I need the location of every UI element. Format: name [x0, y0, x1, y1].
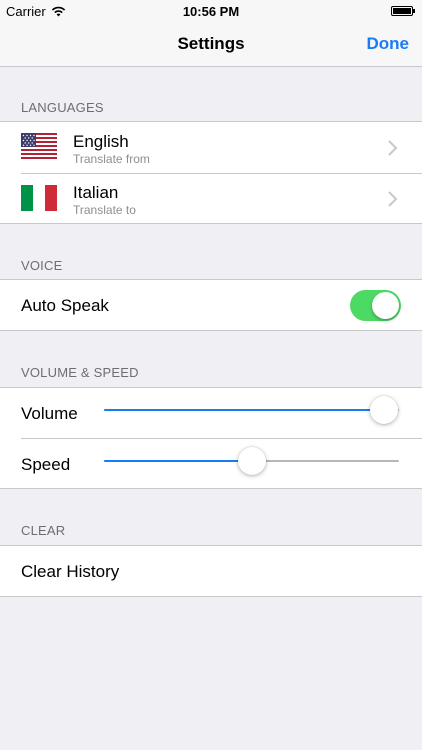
languages-section-header: LANGUAGES	[21, 100, 104, 115]
speed-row: Speed	[0, 439, 422, 489]
status-bar: Carrier 10:56 PM	[0, 0, 422, 22]
volume-slider-thumb[interactable]	[370, 396, 399, 424]
volume-label: Volume	[21, 404, 78, 423]
clear-group: Clear History	[0, 545, 422, 597]
languages-group: English Translate from Italian Translate…	[0, 121, 422, 224]
chevron-right-icon	[388, 191, 398, 207]
auto-speak-row: Auto Speak	[0, 280, 422, 331]
status-time: 10:56 PM	[182, 4, 240, 19]
italy-flag-icon	[21, 185, 57, 211]
voice-section-header: VOICE	[21, 258, 63, 273]
speed-slider[interactable]	[104, 447, 399, 475]
us-flag-icon	[21, 133, 57, 159]
clear-history-row[interactable]: Clear History	[0, 546, 422, 597]
volume-speed-section-header: VOLUME & SPEED	[21, 365, 139, 380]
language-subtitle: Translate from	[73, 152, 150, 166]
voice-group: Auto Speak	[0, 279, 422, 331]
clear-history-button[interactable]: Clear History	[21, 562, 119, 582]
volume-speed-group: Volume Speed	[0, 387, 422, 489]
language-name: English	[73, 132, 129, 151]
language-row-source[interactable]: English Translate from	[0, 122, 422, 173]
auto-speak-toggle[interactable]	[350, 290, 401, 321]
volume-slider[interactable]	[104, 396, 399, 424]
language-name: Italian	[73, 183, 119, 202]
done-button[interactable]: Done	[367, 34, 410, 54]
battery-icon	[391, 6, 415, 16]
page-title: Settings	[177, 34, 245, 53]
language-subtitle: Translate to	[73, 203, 136, 217]
language-row-target[interactable]: Italian Translate to	[0, 174, 422, 224]
speed-slider-thumb[interactable]	[237, 447, 266, 475]
navigation-bar: Carrier 10:56 PM Settings Done	[0, 0, 422, 67]
chevron-right-icon	[388, 140, 398, 156]
speed-label: Speed	[21, 455, 71, 474]
auto-speak-label: Auto Speak	[21, 296, 109, 315]
volume-row: Volume	[0, 388, 422, 438]
clear-section-header: CLEAR	[21, 523, 66, 538]
